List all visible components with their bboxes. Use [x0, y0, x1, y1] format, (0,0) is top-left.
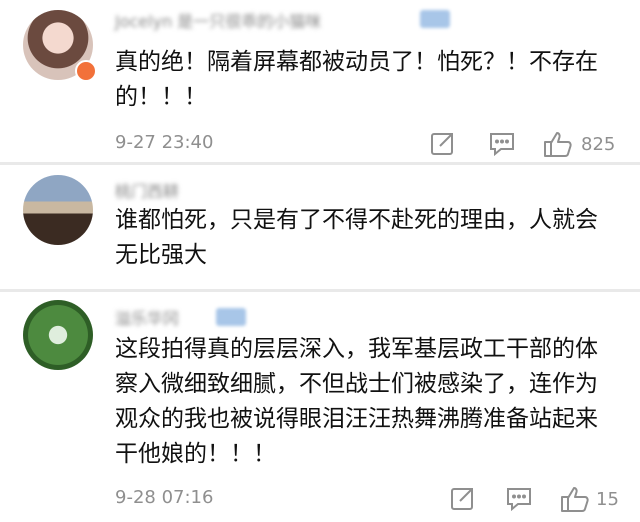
comment-item: 溢乐华冈 这段拍得真的层层深入，我军基层政工干部的体察入微细致细腻，不但战士们被… — [0, 292, 640, 522]
share-icon[interactable] — [450, 485, 476, 515]
share-icon[interactable] — [430, 130, 456, 160]
member-badge-icon — [420, 10, 450, 28]
avatar[interactable] — [23, 300, 93, 370]
comment-meta: 9-28 07:16 15 — [0, 485, 640, 515]
username[interactable]: 桃门西耕 — [115, 178, 179, 201]
comment-meta: 9-27 23:40 825 — [0, 130, 640, 160]
like-count: 15 — [596, 489, 619, 510]
comment-text: 这段拍得真的层层深入，我军基层政工干部的体察入微细致细腻，不但战士们被感染了，连… — [115, 336, 598, 467]
comment-icon[interactable] — [505, 485, 533, 515]
comment-text: 谁都怕死，只是有了不得不赴死的理由，人就会无比强大 — [115, 207, 598, 268]
username[interactable]: 溢乐华冈 — [115, 305, 179, 328]
verified-badge-icon — [75, 60, 97, 82]
comment-icon[interactable] — [488, 130, 516, 160]
comment-time: 9-27 23:40 — [115, 132, 214, 153]
avatar[interactable] — [23, 175, 93, 245]
comment-feed: Jocelyn 是一只很乖的小猫咪 真的绝！隔着屏幕都被动员了！怕死？！不存在的… — [0, 0, 640, 522]
like-count: 825 — [581, 134, 616, 155]
member-badge-icon — [216, 308, 246, 326]
thumbs-up-icon[interactable] — [560, 485, 590, 515]
comment-text: 真的绝！隔着屏幕都被动员了！怕死？！不存在的！！！ — [115, 49, 598, 110]
comment-time: 9-28 07:16 — [115, 487, 214, 508]
comment-item: 桃门西耕 谁都怕死，只是有了不得不赴死的理由，人就会无比强大 — [0, 165, 640, 289]
username[interactable]: Jocelyn 是一只很乖的小猫咪 — [115, 8, 321, 31]
thumbs-up-icon[interactable] — [543, 130, 573, 160]
comment-item: Jocelyn 是一只很乖的小猫咪 真的绝！隔着屏幕都被动员了！怕死？！不存在的… — [0, 0, 640, 162]
